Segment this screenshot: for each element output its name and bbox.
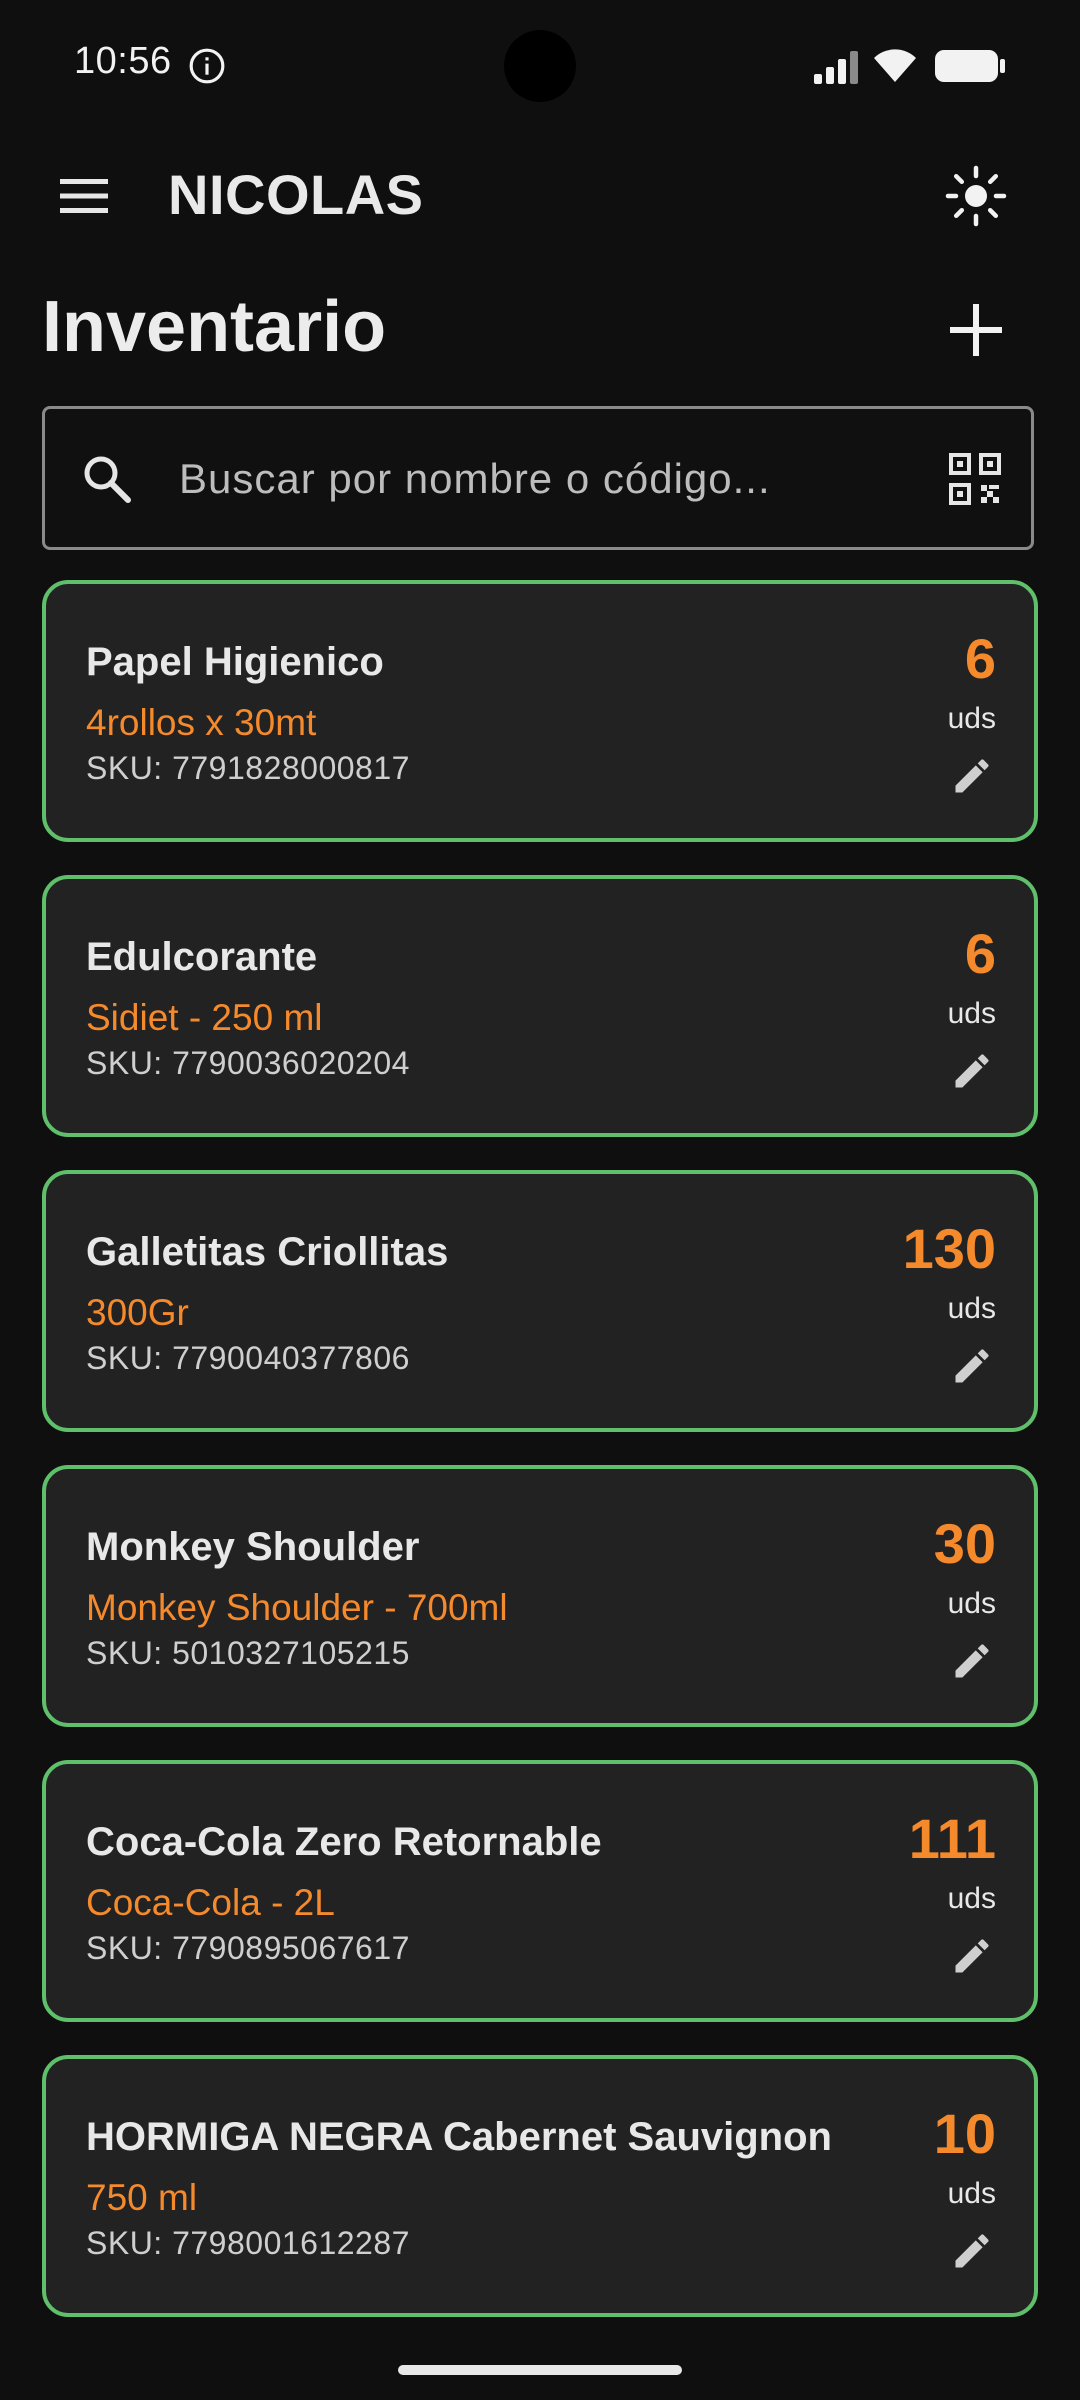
- product-unit: uds: [947, 702, 996, 735]
- product-sku: SKU: 7791828000817: [86, 750, 410, 786]
- qr-scan-icon[interactable]: [947, 451, 1003, 507]
- edit-icon[interactable]: [950, 2229, 994, 2273]
- product-description: 750 ml: [86, 2177, 198, 2218]
- edit-icon[interactable]: [950, 754, 994, 798]
- app-title: NICOLAS: [168, 163, 424, 226]
- menu-icon[interactable]: [58, 176, 110, 216]
- product-card[interactable]: Papel Higienico 4rollos x 30mt SKU: 7791…: [42, 580, 1038, 842]
- product-description: Coca-Cola - 2L: [86, 1882, 335, 1923]
- product-sku: SKU: 7790036020204: [86, 1045, 410, 1081]
- app-bar: NICOLAS: [0, 132, 1080, 258]
- product-quantity: 130: [902, 1217, 996, 1280]
- product-unit: uds: [947, 1882, 996, 1915]
- info-icon: [189, 48, 225, 84]
- product-card[interactable]: Coca-Cola Zero Retornable Coca-Cola - 2L…: [42, 1760, 1038, 2022]
- product-quantity: 6: [964, 627, 996, 690]
- product-name: Edulcorante: [86, 935, 318, 979]
- edit-icon[interactable]: [950, 1049, 994, 1093]
- product-card[interactable]: Edulcorante Sidiet - 250 ml SKU: 7790036…: [42, 875, 1038, 1137]
- product-name: Papel Higienico: [86, 640, 384, 684]
- product-unit: uds: [947, 2177, 996, 2210]
- status-time: 10:56: [74, 40, 172, 82]
- product-quantity: 30: [933, 1512, 996, 1575]
- product-unit: uds: [947, 1587, 996, 1620]
- status-bar: 10:56: [0, 0, 1080, 132]
- edit-icon[interactable]: [950, 1639, 994, 1683]
- product-sku: SKU: 7798001612287: [86, 2225, 410, 2261]
- product-list: Papel Higienico 4rollos x 30mt SKU: 7791…: [42, 580, 1038, 2350]
- product-quantity: 10: [933, 2102, 996, 2165]
- search-input[interactable]: [177, 445, 921, 513]
- product-description: Monkey Shoulder - 700ml: [86, 1587, 508, 1628]
- edit-icon[interactable]: [950, 1934, 994, 1978]
- product-sku: SKU: 5010327105215: [86, 1635, 410, 1671]
- product-sku: SKU: 7790895067617: [86, 1930, 410, 1966]
- product-card[interactable]: Galletitas Criollitas 300Gr SKU: 7790040…: [42, 1170, 1038, 1432]
- product-unit: uds: [947, 1292, 996, 1325]
- product-name: Monkey Shoulder: [86, 1525, 420, 1569]
- theme-toggle-icon[interactable]: [944, 164, 1008, 228]
- home-indicator[interactable]: [398, 2365, 682, 2375]
- product-card[interactable]: Monkey Shoulder Monkey Shoulder - 700ml …: [42, 1465, 1038, 1727]
- camera-cutout: [504, 30, 576, 102]
- product-name: HORMIGA NEGRA Cabernet Sauvignon: [86, 2115, 832, 2159]
- product-name: Coca-Cola Zero Retornable: [86, 1820, 602, 1864]
- product-card[interactable]: HORMIGA NEGRA Cabernet Sauvignon 750 ml …: [42, 2055, 1038, 2317]
- search-icon: [84, 456, 131, 503]
- product-quantity: 6: [964, 922, 996, 985]
- signal-icon: [814, 51, 858, 84]
- battery-icon: [935, 50, 1005, 82]
- product-quantity: 111: [908, 1807, 996, 1870]
- page-title: Inventario: [42, 287, 387, 367]
- product-description: Sidiet - 250 ml: [86, 997, 323, 1038]
- product-description: 300Gr: [86, 1292, 189, 1333]
- product-name: Galletitas Criollitas: [86, 1230, 449, 1274]
- product-sku: SKU: 7790040377806: [86, 1340, 410, 1376]
- edit-icon[interactable]: [950, 1344, 994, 1388]
- product-description: 4rollos x 30mt: [86, 702, 317, 743]
- search-bar: [42, 406, 1034, 550]
- product-unit: uds: [947, 997, 996, 1030]
- wifi-icon: [874, 49, 916, 82]
- add-product-icon[interactable]: [946, 300, 1006, 360]
